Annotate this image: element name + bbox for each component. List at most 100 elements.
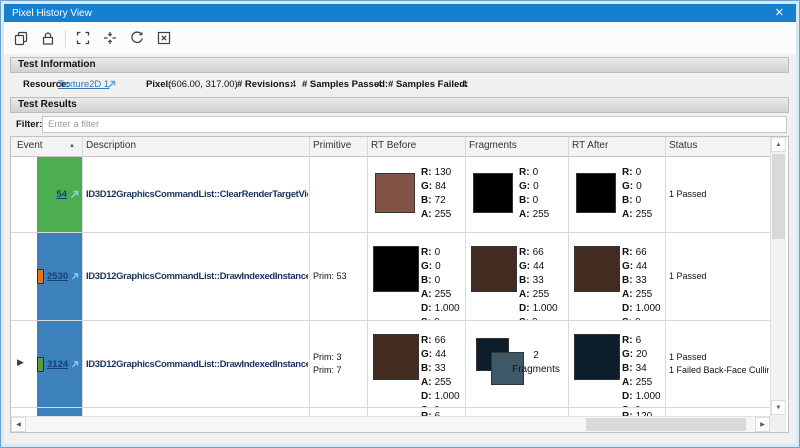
resource-goto-icon[interactable] [107,80,116,89]
horizontal-scrollbar[interactable]: ◀ ▶ [11,416,770,432]
scroll-left-button[interactable]: ◀ [11,417,26,432]
column-divider [665,137,666,416]
revisions-value: 4 [291,79,296,90]
description-cell: ID3D12GraphicsCommandList::ClearRenderTa… [86,157,308,232]
description-cell: ID3D12GraphicsCommandList::DrawIndexedIn… [86,321,308,407]
column-header-fragments[interactable]: Fragments [469,140,517,151]
scroll-down-button[interactable]: ▼ [771,400,786,415]
pixel-history-window: Pixel History View ✕ [0,0,800,448]
window-title: Pixel History View [12,8,92,19]
primitive-cell: Prim: 53 [313,233,365,320]
rt-after-swatch [574,246,620,292]
samples-failed-label: # Samples Failed: [388,79,468,90]
scroll-left-icon: ◀ [16,421,21,428]
event-cell: 3124 [37,321,82,407]
scroll-up-icon: ▲ [776,142,782,148]
rt-before-swatch [373,246,419,292]
table-row[interactable]: 2530 ID3D12GraphicsCommandList::DrawInde… [11,233,772,321]
column-header-rt-after[interactable]: RT After [572,140,608,151]
scrollbar-corner [770,416,786,432]
close-box-icon [156,30,172,46]
rt-after-swatch [576,173,616,213]
rt-after-values: R:6 G:20 B:34 A:255 D:1.000 S:0 [622,334,661,408]
column-header-primitive[interactable]: Primitive [313,140,351,151]
event-link[interactable]: 2530 [47,271,68,282]
samples-passed-value: 4 [377,79,382,90]
samples-failed-value: 4 [462,79,467,90]
toolbar [4,22,796,54]
goto-event-icon[interactable] [71,360,79,369]
refresh-button[interactable] [127,28,147,48]
vertical-scrollbar[interactable]: ▲ ▼ [770,137,786,416]
results-grid: Event ▲ Description Primitive RT Before … [10,136,789,433]
rt-before-swatch [373,334,419,380]
primitive-cell: Prim: 3 Prim: 7 [313,321,365,407]
grid-header-row: Event ▲ Description Primitive RT Before … [11,137,772,157]
status-cell: 1 Passed [669,157,769,232]
goto-event-icon[interactable] [71,272,79,281]
fragments-swatch [473,173,513,213]
column-divider [82,137,83,416]
column-divider [568,137,569,416]
collapse-button[interactable] [100,28,120,48]
event-cell [37,408,82,416]
toolbar-separator [65,30,66,47]
sort-ascending-icon: ▲ [69,143,75,149]
rt-after-values: R:0 G:0 B:0 A:255 [622,166,652,222]
fragments-values: R:0 G:0 B:0 A:255 [519,166,549,222]
pixel-value: (606.00, 317.00) [168,79,238,90]
refresh-icon [129,30,145,46]
expand-button[interactable] [73,28,93,48]
vertical-scroll-thumb[interactable] [772,154,785,239]
table-row[interactable]: 54 ID3D12GraphicsCommandList::ClearRende… [11,157,772,233]
draw-marker-icon [37,357,44,372]
revisions-label: # Revisions: [237,79,293,90]
rt-after-values: R:66 G:44 B:33 A:255 D:1.000 S:0 [622,246,661,321]
copy-icon [13,30,29,46]
filter-input[interactable] [42,116,787,133]
test-information-header: Test Information [10,57,789,73]
collapse-icon [102,30,118,46]
rt-before-values: R:0 G:0 B:0 A:255 D:1.000 S:0 [421,246,460,321]
status-cell: 1 Passed 1 Failed Back-Face Culling T [669,321,769,407]
status-cell: 1 Passed [669,233,769,320]
rt-before-values: R:66 G:44 B:33 A:255 D:1.000 S:0 [421,334,460,408]
scroll-right-icon: ▶ [760,421,765,428]
rt-before-values: R:130 G:84 B:72 A:255 [421,166,451,222]
title-bar: Pixel History View ✕ [4,4,796,22]
test-results-header: Test Results [10,97,789,113]
scroll-up-button[interactable]: ▲ [771,137,786,152]
fragments-count: 2 Fragments [506,349,566,377]
event-link[interactable]: 3124 [47,359,68,370]
event-link[interactable]: 54 [56,189,67,200]
horizontal-scroll-thumb[interactable] [586,418,746,431]
draw-marker-icon [37,269,44,284]
column-divider [367,137,368,416]
copy-button[interactable] [11,28,31,48]
description-cell: ID3D12GraphicsCommandList::DrawIndexedIn… [86,233,308,320]
rt-after-swatch [574,334,620,380]
column-header-event[interactable]: Event [17,140,43,151]
column-header-description[interactable]: Description [86,140,136,151]
resource-link[interactable]: Texture2D 1 [58,79,109,90]
expand-icon [75,30,91,46]
column-header-status[interactable]: Status [669,140,697,151]
lock-button[interactable] [38,28,58,48]
filter-label: Filter: [16,119,42,130]
close-icon[interactable]: ✕ [775,8,788,19]
column-divider [465,137,466,416]
lock-icon [40,30,56,46]
fragments-values: R:66 G:44 B:33 A:255 D:1.000 S:0 [519,246,558,321]
table-row[interactable]: R:6 R:120 [11,408,772,416]
goto-event-icon[interactable] [70,190,79,199]
table-row[interactable]: ▶ 3124 ID3D12GraphicsCommandList::DrawIn… [11,321,772,408]
close-view-button[interactable] [154,28,174,48]
event-cell: 54 [37,157,82,232]
column-header-rt-before[interactable]: RT Before [371,140,416,151]
fragments-swatch [471,246,517,292]
samples-passed-label: # Samples Passed: [302,79,388,90]
test-information-title: Test Information [18,59,96,70]
row-expand-icon[interactable]: ▶ [17,357,24,368]
scroll-right-button[interactable]: ▶ [755,417,770,432]
event-cell: 2530 [37,233,82,320]
